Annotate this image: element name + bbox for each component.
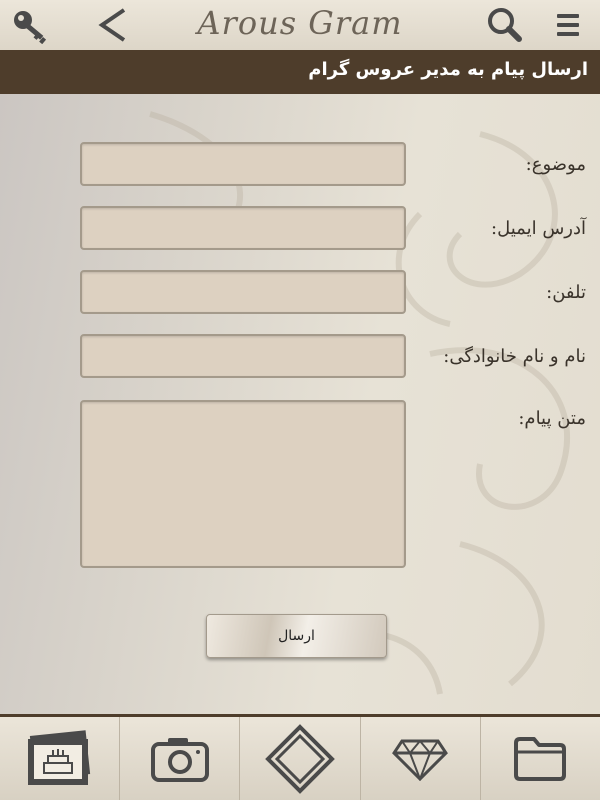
message-label: متن پیام: xyxy=(518,408,586,429)
search-icon[interactable] xyxy=(484,6,524,44)
phone-field[interactable] xyxy=(80,270,406,314)
nav-gallery[interactable] xyxy=(0,717,121,800)
full-name-label: نام و نام خانوادگی: xyxy=(443,346,586,367)
send-button[interactable]: ارسال xyxy=(206,614,387,658)
key-icon[interactable] xyxy=(10,6,50,44)
top-toolbar: Arous Gram xyxy=(0,0,600,51)
gem-icon xyxy=(392,738,449,781)
contact-form-area: موضوع: آدرس ایمیل: تلفن: نام و نام خانوا… xyxy=(0,94,600,714)
nav-folder[interactable] xyxy=(481,717,600,800)
menu-icon[interactable] xyxy=(548,6,588,44)
full-name-field[interactable] xyxy=(80,334,406,378)
nav-home[interactable] xyxy=(240,717,361,800)
folder-icon xyxy=(514,736,567,781)
page-header: ارسال پیام به مدیر عروس گرام xyxy=(0,50,600,94)
subject-label: موضوع: xyxy=(525,154,586,175)
camera-icon xyxy=(150,737,209,782)
message-field[interactable] xyxy=(80,400,406,568)
page-title: ارسال پیام به مدیر عروس گرام xyxy=(308,59,588,80)
subject-field[interactable] xyxy=(80,142,406,186)
bottom-navigation xyxy=(0,714,600,800)
diamond-shape-icon xyxy=(265,723,335,794)
app-title: Arous Gram xyxy=(197,4,403,42)
nav-camera[interactable] xyxy=(120,717,241,800)
wedding-cake-photos-icon xyxy=(27,729,90,785)
phone-label: تلفن: xyxy=(546,282,586,303)
nav-jewelry[interactable] xyxy=(361,717,481,800)
email-label: آدرس ایمیل: xyxy=(491,218,586,239)
email-field[interactable] xyxy=(80,206,406,250)
back-arrow-icon[interactable] xyxy=(92,6,132,44)
